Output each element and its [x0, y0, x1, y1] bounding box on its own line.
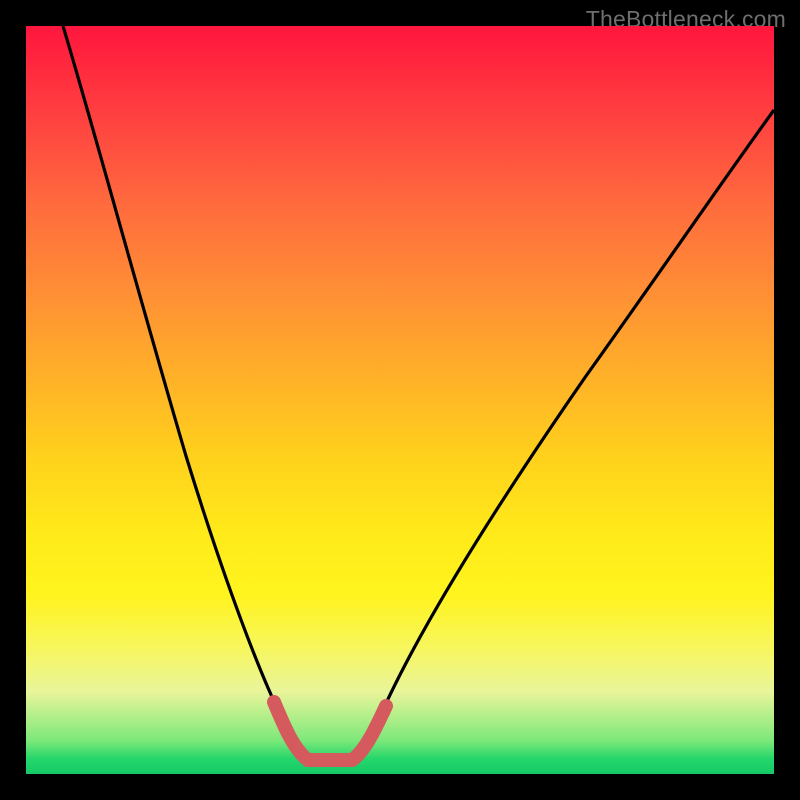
valley-highlight-path [274, 702, 386, 760]
plot-area [26, 26, 774, 774]
curve-path [63, 26, 774, 762]
bottleneck-curve [26, 26, 774, 774]
chart-frame: TheBottleneck.com [0, 0, 800, 800]
